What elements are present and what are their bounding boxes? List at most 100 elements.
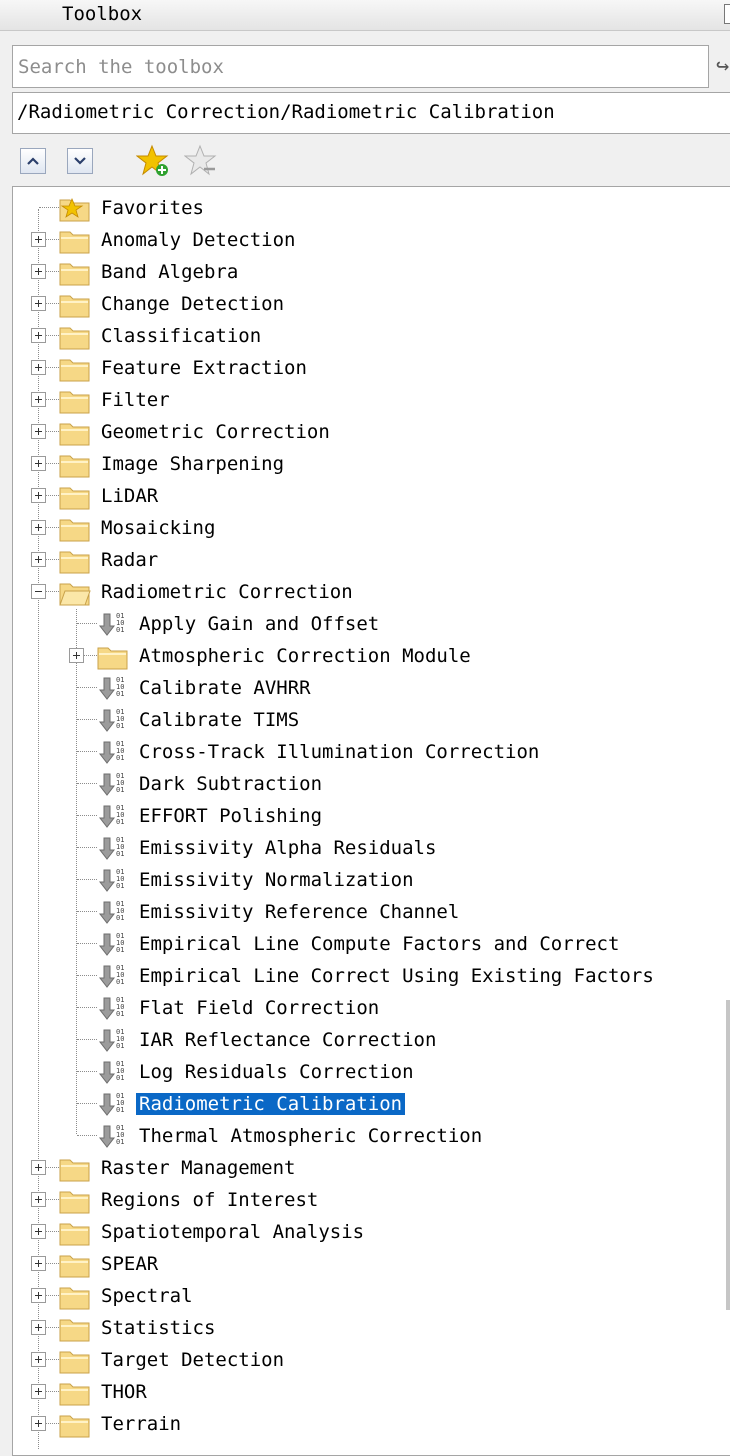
tree-item-label[interactable]: Spatiotemporal Analysis (101, 1221, 364, 1243)
tree-folder-item[interactable]: Change Detection (13, 288, 730, 320)
expand-icon[interactable] (31, 360, 46, 375)
expand-icon[interactable] (31, 1160, 46, 1175)
tree-item-label[interactable]: Radiometric Correction (101, 581, 353, 603)
panel-pin-icon[interactable] (724, 4, 730, 24)
tree-item-label[interactable]: Raster Management (101, 1157, 295, 1179)
tree-item-label[interactable]: Classification (101, 325, 261, 347)
tree-item-label[interactable]: Emissivity Alpha Residuals (139, 837, 436, 859)
tree-tool-item[interactable]: 01 10 01 Cross-Track Illumination Correc… (13, 736, 730, 768)
tree-item-label[interactable]: Dark Subtraction (139, 773, 322, 795)
expand-icon[interactable] (31, 264, 46, 279)
tree-item-label-selected[interactable]: Radiometric Calibration (136, 1093, 406, 1115)
tree-item-label[interactable]: Flat Field Correction (139, 997, 379, 1019)
tree-item-label[interactable]: IAR Reflectance Correction (139, 1029, 436, 1051)
tree-folder-item[interactable]: Mosaicking (13, 512, 730, 544)
expand-icon[interactable] (69, 648, 84, 663)
tree-folder-item[interactable]: Radar (13, 544, 730, 576)
tree-folder-item[interactable]: SPEAR (13, 1248, 730, 1280)
expand-icon[interactable] (31, 1352, 46, 1367)
tree-item-label[interactable]: Favorites (101, 197, 204, 219)
tree-item-label[interactable]: Atmospheric Correction Module (139, 645, 471, 667)
tree-tool-item[interactable]: 01 10 01 Empirical Line Correct Using Ex… (13, 960, 730, 992)
tree-folder-item[interactable]: Classification (13, 320, 730, 352)
tree-tool-item[interactable]: 01 10 01 Thermal Atmospheric Correction (13, 1120, 730, 1152)
tree-item-label[interactable]: Emissivity Normalization (139, 869, 414, 891)
tree-item-label[interactable]: Anomaly Detection (101, 229, 295, 251)
tree-tool-item[interactable]: 01 10 01 Dark Subtraction (13, 768, 730, 800)
tree-tool-item[interactable]: 01 10 01 Emissivity Reference Channel (13, 896, 730, 928)
tree-item-label[interactable]: Calibrate AVHRR (139, 677, 311, 699)
search-go-icon[interactable]: ↪ (716, 52, 730, 82)
tree-folder-item[interactable]: Filter (13, 384, 730, 416)
search-input[interactable] (12, 45, 709, 88)
toolbox-tree[interactable]: Favorites Anomaly Detection Band Algebra… (12, 186, 730, 1456)
tree-item-label[interactable]: SPEAR (101, 1253, 158, 1275)
tree-item-label[interactable]: EFFORT Polishing (139, 805, 322, 827)
tree-item-label[interactable]: THOR (101, 1381, 147, 1403)
tree-item-label[interactable]: Cross-Track Illumination Correction (139, 741, 539, 763)
expand-icon[interactable] (31, 488, 46, 503)
move-down-button[interactable] (67, 148, 93, 174)
tree-tool-item[interactable]: 01 10 01 Calibrate TIMS (13, 704, 730, 736)
tree-folder-item[interactable]: Spectral (13, 1280, 730, 1312)
tree-item-label[interactable]: Geometric Correction (101, 421, 330, 443)
expand-icon[interactable] (31, 1320, 46, 1335)
tree-folder-item[interactable]: Favorites (13, 192, 730, 224)
expand-icon[interactable] (31, 1224, 46, 1239)
expand-icon[interactable] (31, 424, 46, 439)
expand-icon[interactable] (31, 1288, 46, 1303)
remove-favorite-button[interactable] (184, 144, 218, 178)
tree-item-label[interactable]: Target Detection (101, 1349, 284, 1371)
tree-item-label[interactable]: Regions of Interest (101, 1189, 318, 1211)
tree-folder-item[interactable]: LiDAR (13, 480, 730, 512)
expand-icon[interactable] (31, 328, 46, 343)
tree-tool-item[interactable]: 01 10 01 EFFORT Polishing (13, 800, 730, 832)
tree-folder-item[interactable]: Regions of Interest (13, 1184, 730, 1216)
tree-tool-item[interactable]: 01 10 01 Apply Gain and Offset (13, 608, 730, 640)
tree-tool-item[interactable]: 01 10 01 IAR Reflectance Correction (13, 1024, 730, 1056)
tree-folder-item[interactable]: Raster Management (13, 1152, 730, 1184)
tree-tool-item[interactable]: 01 10 01 Emissivity Normalization (13, 864, 730, 896)
tree-item-label[interactable]: Empirical Line Compute Factors and Corre… (139, 933, 619, 955)
expand-icon[interactable] (31, 520, 46, 535)
tree-folder-item[interactable]: Geometric Correction (13, 416, 730, 448)
tree-item-label[interactable]: Apply Gain and Offset (139, 613, 379, 635)
tree-item-label[interactable]: LiDAR (101, 485, 158, 507)
scrollbar-edge[interactable] (726, 1000, 730, 1310)
tree-folder-item[interactable]: Image Sharpening (13, 448, 730, 480)
expand-icon[interactable] (31, 296, 46, 311)
expand-icon[interactable] (31, 552, 46, 567)
tree-folder-item[interactable]: Target Detection (13, 1344, 730, 1376)
expand-icon[interactable] (31, 392, 46, 407)
expand-icon[interactable] (31, 1192, 46, 1207)
tree-item-label[interactable]: Statistics (101, 1317, 215, 1339)
tree-folder-item[interactable]: Spatiotemporal Analysis (13, 1216, 730, 1248)
tree-item-label[interactable]: Empirical Line Correct Using Existing Fa… (139, 965, 654, 987)
tree-tool-item[interactable]: 01 10 01 Calibrate AVHRR (13, 672, 730, 704)
expand-icon[interactable] (31, 1384, 46, 1399)
tree-tool-item[interactable]: 01 10 01 Empirical Line Compute Factors … (13, 928, 730, 960)
expand-icon[interactable] (31, 456, 46, 471)
tree-folder-item[interactable]: Feature Extraction (13, 352, 730, 384)
move-up-button[interactable] (20, 148, 46, 174)
tree-item-label[interactable]: Change Detection (101, 293, 284, 315)
tree-folder-item[interactable]: Terrain (13, 1408, 730, 1440)
expand-icon[interactable] (31, 232, 46, 247)
tree-folder-item[interactable]: Atmospheric Correction Module (13, 640, 730, 672)
tree-item-label[interactable]: Calibrate TIMS (139, 709, 299, 731)
expand-icon[interactable] (31, 1256, 46, 1271)
tree-item-label[interactable]: Thermal Atmospheric Correction (139, 1125, 482, 1147)
tree-folder-item[interactable]: Radiometric Correction (13, 576, 730, 608)
collapse-icon[interactable] (31, 584, 46, 599)
tree-folder-item[interactable]: Anomaly Detection (13, 224, 730, 256)
tree-item-label[interactable]: Log Residuals Correction (139, 1061, 414, 1083)
tree-item-label[interactable]: Spectral (101, 1285, 193, 1307)
tree-tool-item[interactable]: 01 10 01 Radiometric Calibration (13, 1088, 730, 1120)
tree-item-label[interactable]: Image Sharpening (101, 453, 284, 475)
expand-icon[interactable] (31, 1416, 46, 1431)
tree-item-label[interactable]: Radar (101, 549, 158, 571)
add-favorite-button[interactable] (136, 144, 170, 178)
tree-item-label[interactable]: Emissivity Reference Channel (139, 901, 459, 923)
tree-item-label[interactable]: Mosaicking (101, 517, 215, 539)
tree-tool-item[interactable]: 01 10 01 Flat Field Correction (13, 992, 730, 1024)
